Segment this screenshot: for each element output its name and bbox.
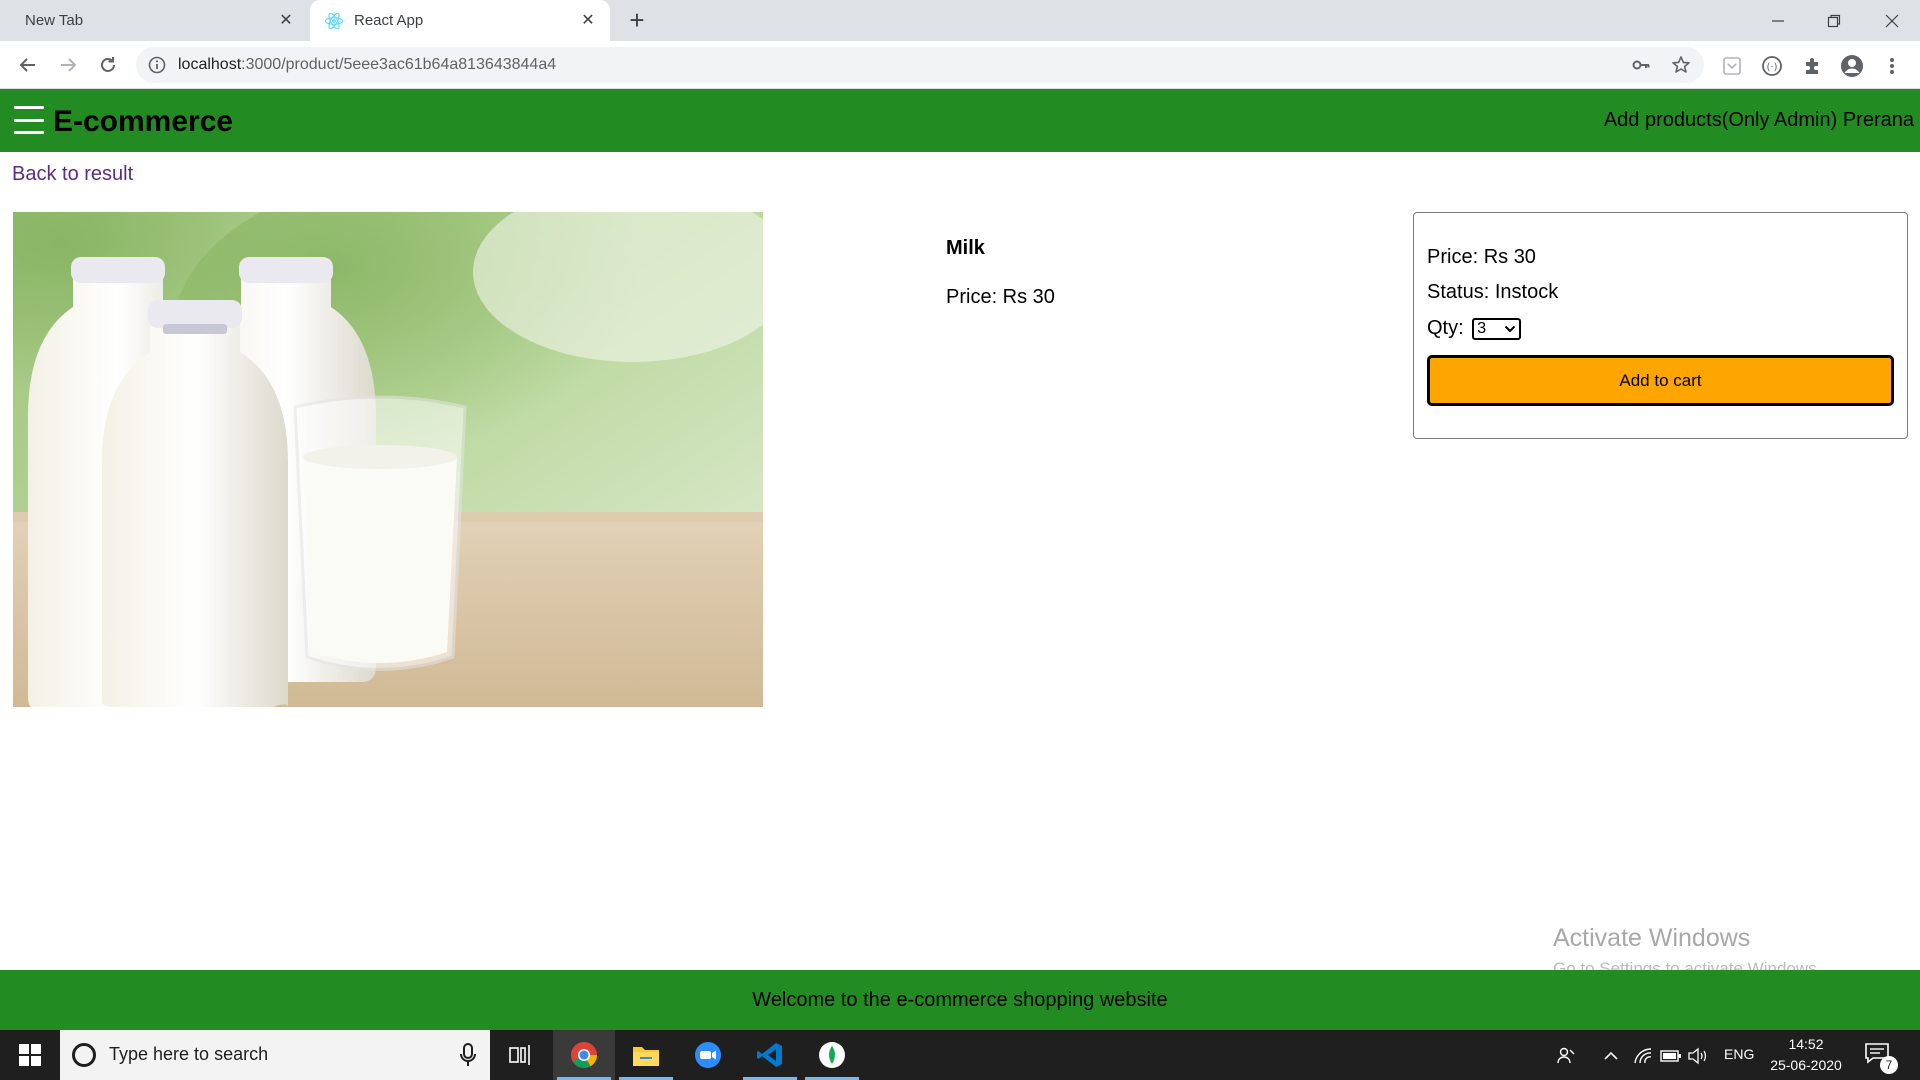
purchase-card: Price: Rs 30 Status: Instock Qty: 3 Add … bbox=[1413, 212, 1908, 439]
chevron-down-icon bbox=[1505, 325, 1516, 333]
windows-taskbar: Type here to search ENG 14:52 25-06-2020… bbox=[0, 1030, 1920, 1080]
tab-title: React App bbox=[354, 12, 424, 29]
product-price: Price: Rs 30 bbox=[946, 286, 1055, 308]
tab-new-tab[interactable]: New Tab ✕ bbox=[0, 0, 308, 41]
url-text[interactable]: localhost:3000/product/5eee3ac61b64a8136… bbox=[178, 56, 556, 74]
svg-text:(·): (·) bbox=[1767, 62, 1778, 73]
cortana-circle-icon bbox=[72, 1043, 96, 1067]
browser-tab-strip: New Tab ✕ React App ✕ + bbox=[0, 0, 1920, 41]
browser-toolbar: localhost:3000/product/5eee3ac61b64a8136… bbox=[0, 41, 1920, 89]
volume-icon[interactable] bbox=[1688, 1045, 1710, 1067]
taskbar-search-input[interactable]: Type here to search bbox=[60, 1030, 490, 1080]
reload-icon[interactable] bbox=[94, 51, 122, 79]
new-tab-plus-icon[interactable]: + bbox=[624, 7, 650, 34]
app-footer: Welcome to the e-commerce shopping websi… bbox=[0, 970, 1920, 1030]
watermark-title: Activate Windows bbox=[1553, 924, 1751, 952]
clock-time: 14:52 bbox=[1788, 1036, 1824, 1052]
people-icon[interactable] bbox=[1555, 1045, 1577, 1067]
user-name-link[interactable]: Prerana bbox=[1843, 109, 1914, 131]
card-qty-row: Qty: 3 bbox=[1427, 317, 1522, 340]
notification-center-icon[interactable]: 7 bbox=[1864, 1042, 1898, 1074]
product-name: Milk bbox=[946, 237, 985, 259]
chrome-menu-icon[interactable] bbox=[1880, 54, 1904, 78]
clock-date: 25-06-2020 bbox=[1770, 1057, 1842, 1073]
task-view-icon[interactable] bbox=[490, 1030, 552, 1080]
battery-icon[interactable] bbox=[1660, 1045, 1682, 1067]
extensions-puzzle-icon[interactable] bbox=[1800, 54, 1824, 78]
tab-react-app[interactable]: React App ✕ bbox=[310, 0, 610, 41]
notification-count-badge: 7 bbox=[1880, 1056, 1898, 1074]
file-explorer-icon[interactable] bbox=[615, 1030, 677, 1080]
hamburger-menu-icon[interactable] bbox=[14, 106, 44, 134]
qty-label: Qty: bbox=[1427, 317, 1464, 339]
card-price-label: Price: bbox=[1427, 246, 1479, 268]
tab-title: New Tab bbox=[25, 12, 84, 29]
windows-start-icon[interactable] bbox=[0, 1030, 60, 1080]
site-info-icon[interactable] bbox=[148, 56, 166, 74]
card-status-row: Status: Instock bbox=[1427, 281, 1558, 304]
address-bar[interactable]: localhost:3000/product/5eee3ac61b64a8136… bbox=[136, 47, 1704, 83]
key-icon[interactable] bbox=[1630, 54, 1652, 76]
wifi-icon[interactable] bbox=[1632, 1045, 1654, 1067]
close-tab-icon[interactable]: ✕ bbox=[578, 11, 598, 31]
card-status-value: Instock bbox=[1494, 281, 1559, 303]
search-placeholder: Type here to search bbox=[109, 1044, 269, 1064]
extension-circle-icon[interactable]: (·) bbox=[1760, 54, 1784, 78]
mongodb-compass-icon[interactable] bbox=[801, 1030, 863, 1080]
url-path: :3000/product/5eee3ac61b64a813643844a4 bbox=[241, 56, 557, 73]
forward-arrow-icon[interactable] bbox=[54, 51, 82, 79]
add-products-link[interactable]: Add products(Only Admin) bbox=[1604, 109, 1837, 131]
language-indicator[interactable]: ENG bbox=[1724, 1046, 1754, 1062]
back-to-result-link[interactable]: Back to result bbox=[12, 163, 133, 186]
zoom-app-icon[interactable] bbox=[677, 1030, 739, 1080]
bookmark-star-icon[interactable] bbox=[1670, 54, 1692, 76]
product-image bbox=[13, 212, 763, 707]
profile-avatar-icon[interactable] bbox=[1840, 54, 1864, 78]
header-links: Add products(Only Admin) Prerana bbox=[1604, 109, 1914, 132]
chevron-up-icon[interactable] bbox=[1600, 1045, 1622, 1067]
card-status-label: Status: bbox=[1427, 281, 1490, 303]
back-arrow-icon[interactable] bbox=[14, 51, 42, 79]
restore-icon[interactable] bbox=[1806, 0, 1862, 41]
app-header: E-commerce Add products(Only Admin) Prer… bbox=[0, 89, 1920, 152]
vscode-icon[interactable] bbox=[739, 1030, 801, 1080]
card-price-value: Rs 30 bbox=[1483, 246, 1536, 268]
add-to-cart-button[interactable]: Add to cart bbox=[1427, 355, 1894, 406]
chrome-taskbar-icon[interactable] bbox=[553, 1030, 615, 1080]
footer-text: Welcome to the e-commerce shopping websi… bbox=[752, 988, 1168, 1011]
qty-value: 3 bbox=[1477, 319, 1487, 337]
url-host: localhost bbox=[178, 56, 242, 73]
product-info: Milk Price: Rs 30 bbox=[946, 237, 1055, 309]
microphone-icon[interactable] bbox=[460, 1042, 476, 1068]
react-logo-icon bbox=[324, 12, 344, 29]
close-tab-icon[interactable]: ✕ bbox=[276, 11, 296, 31]
brand-title[interactable]: E-commerce bbox=[53, 105, 233, 139]
card-price-row: Price: Rs 30 bbox=[1427, 246, 1536, 269]
qty-select[interactable]: 3 bbox=[1472, 317, 1522, 340]
system-clock[interactable]: 14:52 25-06-2020 bbox=[1766, 1034, 1846, 1076]
minimize-icon[interactable] bbox=[1750, 0, 1806, 41]
extension-pocket-icon[interactable] bbox=[1720, 54, 1744, 78]
close-window-icon[interactable] bbox=[1864, 0, 1920, 41]
